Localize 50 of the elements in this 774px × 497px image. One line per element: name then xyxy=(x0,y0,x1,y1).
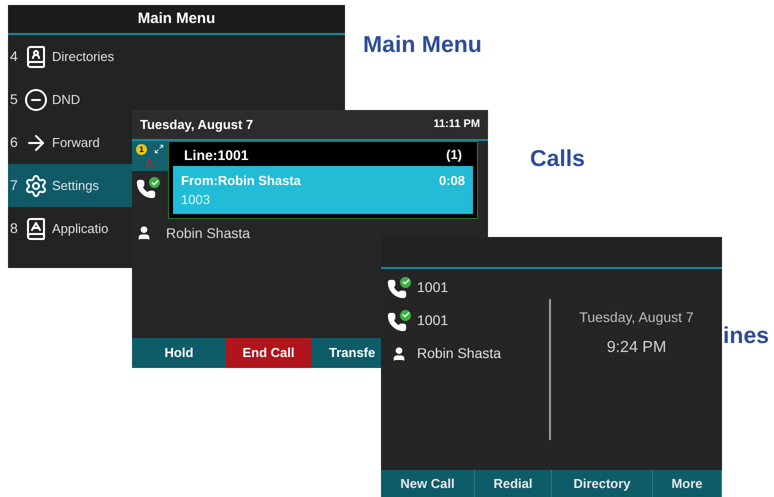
letter-book-icon xyxy=(24,216,48,240)
caller-text: From:Robin Shasta xyxy=(181,172,301,190)
settings-icon xyxy=(24,174,48,198)
item-number: 6 xyxy=(10,133,19,152)
item-number: 7 xyxy=(10,176,19,195)
line-label: 1001 xyxy=(417,278,448,297)
phone-check-icon xyxy=(387,276,411,298)
expand-icon xyxy=(154,144,164,154)
date-text: Tuesday, August 7 xyxy=(579,308,694,327)
contact-row[interactable]: Robin Shasta xyxy=(381,337,549,370)
phone-check-icon xyxy=(387,310,411,332)
time-text: 11:11 PM xyxy=(434,117,480,132)
item-label: Applicatio xyxy=(52,220,108,238)
line-key[interactable]: 1 xyxy=(132,141,168,171)
call-duration: 0:08 xyxy=(438,172,465,190)
minus-circle-icon xyxy=(24,88,48,112)
screen-title: Main Menu xyxy=(138,8,216,29)
item-number: 5 xyxy=(10,90,19,109)
date-text: Tuesday, August 7 xyxy=(140,116,254,134)
caller-number: 1003 xyxy=(181,191,211,209)
softkey[interactable]: End Call xyxy=(226,338,311,368)
contact-row[interactable]: Robin Shasta xyxy=(132,221,488,245)
menu-item[interactable]: 5 DND xyxy=(8,78,132,121)
count-badge: 1 xyxy=(136,144,147,155)
menu-item[interactable]: 6 Forward xyxy=(8,121,132,164)
line-label: 1001 xyxy=(417,311,448,330)
slide-label: Main Menu xyxy=(363,30,482,59)
slide-label: Calls xyxy=(530,144,585,173)
line-text: Line:1001 xyxy=(184,146,249,164)
slide-label: ines xyxy=(723,321,770,350)
line-key[interactable]: 1001 xyxy=(381,304,549,337)
item-number: 8 xyxy=(10,219,19,238)
menu-item[interactable]: 7 Settings xyxy=(8,164,132,207)
phone-check-icon xyxy=(136,177,160,199)
item-number: 4 xyxy=(10,47,19,66)
item-label: Settings xyxy=(52,176,99,195)
item-label: Directories xyxy=(52,48,114,66)
lock-icon xyxy=(145,159,154,168)
line-label: Robin Shasta xyxy=(417,344,502,363)
call-count: (1) xyxy=(446,146,462,164)
menu-item[interactable]: 8 Applicatio xyxy=(8,207,132,250)
contact-book-icon xyxy=(24,44,48,68)
menu-item[interactable]: 4 Directories xyxy=(8,35,132,78)
contact-name: Robin Shasta xyxy=(166,224,250,242)
item-label: DND xyxy=(52,90,80,109)
line-key[interactable]: 1001 xyxy=(381,271,549,304)
person-icon xyxy=(391,346,407,362)
time-text: 9:24 PM xyxy=(606,338,666,358)
item-label: Forward xyxy=(52,134,100,152)
person-icon xyxy=(136,225,152,241)
